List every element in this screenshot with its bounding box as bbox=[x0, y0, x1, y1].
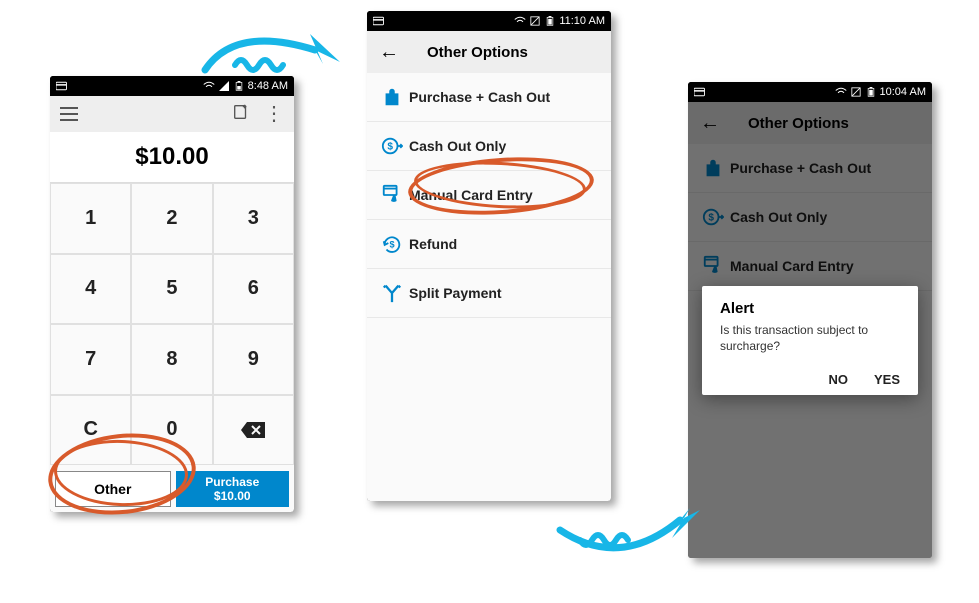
refund-icon: $ bbox=[381, 233, 409, 255]
split-icon bbox=[381, 282, 409, 304]
battery-icon bbox=[233, 81, 245, 91]
status-time: 11:10 AM bbox=[559, 15, 605, 27]
keypad-screen: ⋮ $10.00 1 2 3 4 5 6 7 8 9 C 0 Other Pur… bbox=[50, 96, 294, 512]
dialog-message: Is this transaction subject to surcharge… bbox=[720, 323, 900, 354]
key-3[interactable]: 3 bbox=[213, 183, 294, 254]
status-bar: 8:48 AM bbox=[50, 76, 294, 96]
key-1[interactable]: 1 bbox=[50, 183, 131, 254]
no-sim-icon bbox=[529, 16, 541, 26]
signal-icon bbox=[218, 81, 230, 91]
key-2[interactable]: 2 bbox=[131, 183, 212, 254]
svg-text:$: $ bbox=[387, 142, 393, 153]
svg-text:$: $ bbox=[389, 240, 394, 250]
key-8[interactable]: 8 bbox=[131, 324, 212, 395]
alert-dialog: Alert Is this transaction subject to sur… bbox=[702, 286, 918, 395]
option-cashout-only[interactable]: $ Cash Out Only bbox=[367, 122, 611, 171]
key-6[interactable]: 6 bbox=[213, 254, 294, 325]
wifi-icon bbox=[835, 87, 847, 97]
status-time: 10:04 AM bbox=[880, 86, 926, 98]
app-toolbar: ⋮ bbox=[50, 96, 294, 132]
option-manual-card[interactable]: Manual Card Entry bbox=[367, 171, 611, 220]
key-backspace[interactable] bbox=[213, 395, 294, 466]
battery-icon bbox=[865, 87, 877, 97]
purchase-label: Purchase bbox=[205, 475, 259, 489]
status-bar: 10:04 AM bbox=[688, 82, 932, 102]
phone-options: 11:10 AM ← Other Options Purchase + Cash… bbox=[367, 11, 611, 501]
dialog-actions: NO YES bbox=[720, 372, 900, 387]
back-icon[interactable]: ← bbox=[379, 42, 399, 62]
keypad: 1 2 3 4 5 6 7 8 9 C 0 bbox=[50, 183, 294, 465]
options-screen-dimmed: ← Other Options Purchase + Cash Out $ Ca… bbox=[688, 102, 932, 558]
key-5[interactable]: 5 bbox=[131, 254, 212, 325]
key-9[interactable]: 9 bbox=[213, 324, 294, 395]
option-label: Purchase + Cash Out bbox=[409, 89, 550, 105]
key-clear[interactable]: C bbox=[50, 395, 131, 466]
card-icon bbox=[373, 16, 385, 26]
note-add-icon[interactable] bbox=[232, 103, 250, 126]
key-4[interactable]: 4 bbox=[50, 254, 131, 325]
dollar-out-icon: $ bbox=[381, 135, 409, 157]
menu-icon[interactable] bbox=[60, 107, 78, 121]
option-purchase-cashout[interactable]: Purchase + Cash Out bbox=[367, 73, 611, 122]
option-refund[interactable]: $ Refund bbox=[367, 220, 611, 269]
option-label: Split Payment bbox=[409, 285, 502, 301]
amount-display: $10.00 bbox=[50, 132, 294, 183]
purchase-button[interactable]: Purchase $10.00 bbox=[176, 471, 290, 507]
option-label: Manual Card Entry bbox=[409, 187, 533, 203]
options-list: Purchase + Cash Out $ Cash Out Only Manu… bbox=[367, 73, 611, 318]
dialog-title: Alert bbox=[720, 300, 900, 317]
other-button[interactable]: Other bbox=[55, 471, 171, 507]
key-7[interactable]: 7 bbox=[50, 324, 131, 395]
flow-arrow-2 bbox=[550, 500, 710, 575]
option-label: Cash Out Only bbox=[409, 138, 506, 154]
bag-icon bbox=[381, 86, 409, 108]
purchase-amount: $10.00 bbox=[214, 489, 251, 503]
key-0[interactable]: 0 bbox=[131, 395, 212, 466]
backspace-icon bbox=[240, 421, 266, 439]
battery-icon bbox=[544, 16, 556, 26]
dialog-no-button[interactable]: NO bbox=[828, 372, 848, 387]
screen-title: Other Options bbox=[427, 44, 528, 61]
phone-alert: 10:04 AM ← Other Options Purchase + Cash… bbox=[688, 82, 932, 558]
wifi-icon bbox=[203, 81, 215, 91]
status-time: 8:48 AM bbox=[248, 80, 288, 92]
options-toolbar: ← Other Options bbox=[367, 31, 611, 73]
option-split-payment[interactable]: Split Payment bbox=[367, 269, 611, 318]
status-bar: 11:10 AM bbox=[367, 11, 611, 31]
dialog-yes-button[interactable]: YES bbox=[874, 372, 900, 387]
action-row: Other Purchase $10.00 bbox=[50, 466, 294, 512]
wifi-icon bbox=[514, 16, 526, 26]
phone-keypad: 8:48 AM ⋮ $10.00 1 2 3 4 5 6 7 8 9 C 0 bbox=[50, 76, 294, 512]
option-label: Refund bbox=[409, 236, 457, 252]
card-icon bbox=[694, 87, 706, 97]
options-screen: ← Other Options Purchase + Cash Out $ Ca… bbox=[367, 31, 611, 501]
no-sim-icon bbox=[850, 87, 862, 97]
touch-card-icon bbox=[381, 184, 409, 206]
overflow-icon[interactable]: ⋮ bbox=[264, 104, 284, 124]
card-icon bbox=[56, 81, 68, 91]
